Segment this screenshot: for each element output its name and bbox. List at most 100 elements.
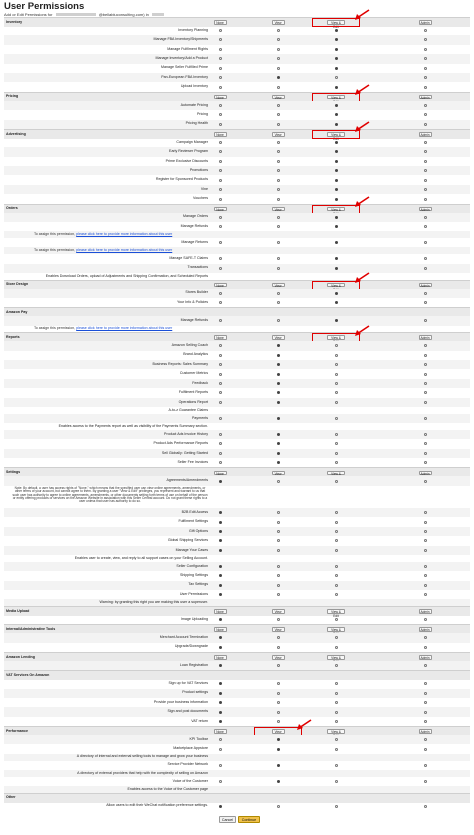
permission-radio[interactable]	[423, 344, 427, 348]
permission-radio[interactable]	[276, 85, 280, 89]
permission-radio[interactable]	[334, 747, 338, 751]
permission-radio[interactable]	[334, 710, 338, 714]
permission-radio[interactable]	[334, 520, 338, 524]
permission-radio[interactable]	[218, 363, 222, 367]
permission-radio[interactable]	[276, 511, 280, 515]
permission-radio[interactable]	[218, 76, 222, 80]
permission-radio[interactable]	[218, 257, 222, 261]
permission-radio[interactable]	[334, 76, 338, 80]
permission-radio[interactable]	[334, 266, 338, 270]
permission-radio[interactable]	[276, 593, 280, 597]
permission-radio[interactable]	[423, 266, 427, 270]
view-header-button[interactable]: View	[271, 335, 285, 340]
permission-radio[interactable]	[334, 636, 338, 640]
permission-radio[interactable]	[218, 344, 222, 348]
none-header-button[interactable]: None	[213, 335, 227, 340]
permission-radio[interactable]	[423, 416, 427, 420]
permission-radio[interactable]	[334, 113, 338, 117]
permission-radio[interactable]	[334, 29, 338, 33]
permission-radio[interactable]	[423, 66, 427, 70]
permission-radio[interactable]	[218, 682, 222, 686]
permission-radio[interactable]	[334, 416, 338, 420]
permission-radio[interactable]	[218, 291, 222, 295]
permission-radio[interactable]	[423, 29, 427, 33]
permission-radio[interactable]	[334, 432, 338, 436]
permission-radio[interactable]	[334, 593, 338, 597]
permission-radio[interactable]	[218, 382, 222, 386]
view-edit-header-button[interactable]: View & Edit	[327, 655, 345, 664]
permission-radio[interactable]	[218, 583, 222, 587]
view-edit-header-button[interactable]: View & Edit	[327, 627, 345, 636]
view-edit-header-button[interactable]: View & Edit	[327, 609, 345, 618]
permission-radio[interactable]	[276, 169, 280, 173]
permission-radio[interactable]	[334, 529, 338, 533]
cancel-button[interactable]: Cancel	[219, 816, 236, 823]
view-header-button[interactable]: View	[271, 655, 285, 660]
permission-radio[interactable]	[276, 150, 280, 154]
permission-radio[interactable]	[218, 66, 222, 70]
permission-radio[interactable]	[276, 197, 280, 201]
permission-radio[interactable]	[218, 691, 222, 695]
permission-radio[interactable]	[423, 353, 427, 357]
permission-radio[interactable]	[276, 720, 280, 723]
permission-radio[interactable]	[423, 511, 427, 515]
view-header-button[interactable]: View	[271, 206, 285, 212]
none-header-button[interactable]: None	[213, 609, 227, 614]
permission-radio[interactable]	[423, 178, 427, 182]
permission-radio[interactable]	[276, 122, 280, 126]
permission-radio[interactable]	[218, 169, 222, 173]
permission-radio[interactable]	[218, 159, 222, 163]
permission-radio[interactable]	[334, 645, 338, 649]
admin-header-button[interactable]: Admin	[418, 470, 432, 475]
admin-header-button[interactable]: Admin	[418, 282, 432, 288]
permission-radio[interactable]	[334, 400, 338, 404]
permission-radio[interactable]	[276, 529, 280, 533]
permission-radio[interactable]	[276, 103, 280, 107]
permission-radio[interactable]	[276, 400, 280, 404]
permission-radio[interactable]	[276, 391, 280, 395]
none-header-button[interactable]: None	[213, 627, 227, 632]
permission-radio[interactable]	[423, 539, 427, 543]
admin-header-button[interactable]: Admin	[418, 335, 432, 340]
none-header-button[interactable]: None	[213, 282, 227, 288]
permission-radio[interactable]	[423, 140, 427, 144]
permission-radio[interactable]	[276, 113, 280, 117]
permission-radio[interactable]	[276, 664, 280, 668]
permission-radio[interactable]	[218, 197, 222, 201]
permission-radio[interactable]	[276, 76, 280, 80]
permission-radio[interactable]	[334, 140, 338, 144]
permission-radio[interactable]	[218, 738, 222, 742]
admin-header-button[interactable]: Admin	[418, 20, 432, 25]
continue-button[interactable]: Continue	[238, 816, 260, 823]
admin-header-button[interactable]: Admin	[418, 132, 432, 137]
permission-radio[interactable]	[218, 747, 222, 751]
permission-radio[interactable]	[423, 720, 427, 723]
permission-radio[interactable]	[276, 701, 280, 705]
none-header-button[interactable]: None	[213, 132, 227, 137]
permission-radio[interactable]	[423, 710, 427, 714]
permission-radio[interactable]	[334, 178, 338, 182]
permission-radio[interactable]	[218, 353, 222, 357]
permission-radio[interactable]	[276, 574, 280, 578]
permission-radio[interactable]	[218, 461, 222, 465]
permission-radio[interactable]	[423, 564, 427, 568]
permission-radio[interactable]	[334, 442, 338, 446]
permission-radio[interactable]	[423, 691, 427, 695]
permission-radio[interactable]	[276, 432, 280, 436]
permission-radio[interactable]	[423, 738, 427, 742]
permission-radio[interactable]	[423, 747, 427, 751]
permission-radio[interactable]	[276, 564, 280, 568]
permission-radio[interactable]	[218, 779, 222, 783]
permission-radio[interactable]	[334, 85, 338, 89]
permission-radio[interactable]	[218, 391, 222, 395]
permission-radio[interactable]	[334, 618, 338, 622]
provide-info-link[interactable]: please click here to provide more inform…	[76, 326, 172, 330]
permission-radio[interactable]	[334, 57, 338, 61]
permission-radio[interactable]	[334, 583, 338, 587]
permission-radio[interactable]	[334, 353, 338, 357]
permission-radio[interactable]	[334, 38, 338, 42]
permission-radio[interactable]	[334, 188, 338, 192]
permission-radio[interactable]	[218, 564, 222, 568]
permission-radio[interactable]	[276, 140, 280, 144]
permission-radio[interactable]	[276, 479, 280, 483]
